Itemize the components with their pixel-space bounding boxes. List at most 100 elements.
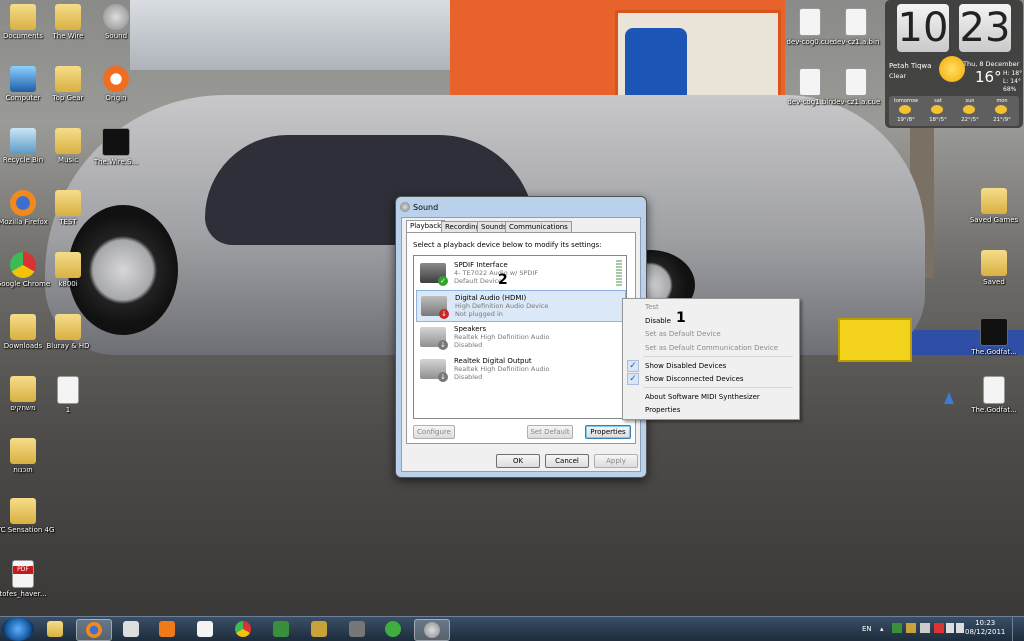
folder-icon [10, 438, 36, 464]
gadget-low: L: 14° [1003, 78, 1021, 85]
taskbar-app-speaker[interactable] [340, 619, 374, 639]
desktop-icon-htc-sensation[interactable]: HTC Sensation 4G [0, 498, 55, 534]
device-status: Default Device [454, 277, 503, 285]
unplugged-icon: ↓ [439, 309, 449, 319]
desktop-icon-k800i[interactable]: k800i [36, 252, 100, 288]
taskbar-app-utorrent[interactable] [376, 619, 410, 639]
folder-icon [981, 188, 1007, 214]
menu-item-show-disabled[interactable]: Show Disabled Devices [645, 362, 726, 370]
sun-icon [939, 56, 965, 82]
device-detail: 4- TE7022 Audio w/ SPDIF [454, 269, 539, 277]
menu-item-test[interactable]: Test [645, 303, 659, 311]
device-context-menu[interactable]: Test Disable Set as Default Device Set a… [622, 298, 800, 420]
device-item-hdmi[interactable]: ↓ Digital Audio (HDMI) High Definition A… [416, 290, 626, 322]
menu-item-disable[interactable]: Disable [645, 317, 671, 325]
utorrent-icon [385, 621, 401, 637]
taskbar-clock[interactable]: 10:23 08/12/2011 [965, 619, 1005, 637]
sound-dialog[interactable]: Sound Playback Recording Sounds Communic… [395, 196, 647, 478]
tray-app-icon[interactable] [892, 623, 902, 633]
menu-item-set-default[interactable]: Set as Default Device [645, 330, 721, 338]
configure-button[interactable]: Configure [413, 425, 455, 439]
taskbar-app-sound[interactable] [414, 619, 450, 641]
device-status: Disabled [454, 373, 483, 381]
device-item-speakers[interactable]: ↓ Speakers Realtek High Definition Audio… [416, 322, 624, 352]
gadget-high: H: 18° [1003, 70, 1023, 77]
menu-item-show-disconnected[interactable]: Show Disconnected Devices [645, 375, 744, 383]
properties-button[interactable]: Properties [585, 425, 631, 439]
desktop-icon-dev-cz1a-cue[interactable]: dev-cz1.a.cue [824, 68, 888, 106]
taskbar-app-calendar[interactable] [188, 619, 222, 639]
speaker-icon [400, 202, 410, 212]
file-icon [799, 8, 821, 36]
desktop-icon-godfather-file[interactable]: The.Godfat... [962, 376, 1024, 414]
folder-icon [10, 498, 36, 524]
desktop-icon-tofes-haver[interactable]: tofes_haver... [0, 560, 55, 598]
instruction-text: Select a playback device below to modify… [413, 241, 602, 249]
tray-app-icon[interactable] [906, 623, 916, 633]
show-desktop-button[interactable] [1012, 617, 1024, 641]
default-check-icon: ✓ [438, 276, 448, 286]
forecast-range: 21°/9° [993, 117, 1011, 123]
gadget-date: Thu, 8 December [963, 60, 1020, 68]
forecast-strip: tomorrow sat sun mon 19°/8° 18°/5° 22°/5… [889, 96, 1019, 126]
device-item-spdif[interactable]: ✓ SPDIF Interface 4- TE7022 Audio w/ SPD… [416, 258, 624, 288]
tray-app-icon[interactable] [920, 623, 930, 633]
start-button[interactable] [2, 617, 34, 641]
weather-clock-gadget[interactable]: 10 23 Thu, 8 December Petah Tiqwa Clear … [885, 0, 1023, 128]
firefox-icon [10, 190, 36, 216]
volume-icon[interactable] [956, 623, 964, 633]
tray-app-icon[interactable] [934, 623, 944, 633]
desktop-icon-saved-games[interactable]: Saved Games [962, 188, 1024, 224]
folder-icon [55, 4, 81, 30]
menu-item-properties[interactable]: Properties [645, 406, 680, 414]
taskbar-app-chrome[interactable] [226, 619, 260, 639]
desktop-icon-sound[interactable]: Sound [84, 4, 148, 40]
file-icon [845, 8, 867, 36]
desktop-icon-dev-cz1a-bin[interactable]: dev-cz1.a.bin [824, 8, 888, 46]
origin-icon [103, 66, 129, 92]
folder-icon [47, 621, 63, 637]
desktop-icon-software-hebrew[interactable]: תוכנות [0, 438, 55, 474]
taskbar: EN ▴ 10:23 08/12/2011 [0, 616, 1024, 641]
taskbar-app-mail[interactable] [150, 619, 184, 639]
chrome-icon [235, 621, 251, 637]
car-license-plate [838, 318, 912, 362]
taskbar-app-x[interactable] [264, 619, 298, 639]
folder-icon [55, 66, 81, 92]
volume-meter [616, 260, 622, 286]
device-detail: Realtek High Definition Audio [454, 365, 550, 373]
gadget-temperature: 16° [975, 68, 1002, 86]
network-icon[interactable] [946, 623, 954, 633]
file-icon [57, 376, 79, 404]
cancel-button[interactable]: Cancel [545, 454, 589, 468]
mail-icon [159, 621, 175, 637]
device-detail: Realtek High Definition Audio [454, 333, 550, 341]
device-status: Disabled [454, 341, 483, 349]
taskbar-app-media[interactable] [114, 619, 148, 639]
set-default-button[interactable]: Set Default [527, 425, 573, 439]
show-hidden-icons-icon[interactable]: ▴ [880, 621, 886, 637]
desktop-icon-origin[interactable]: Origin [84, 66, 148, 102]
desktop-icon-test[interactable]: TEST [36, 190, 100, 226]
device-name: Speakers [454, 325, 487, 333]
wallpaper-wall [130, 0, 450, 70]
file-icon [799, 68, 821, 96]
language-indicator[interactable]: EN [862, 621, 872, 637]
pen-icon [311, 621, 327, 637]
menu-item-about-midi[interactable]: About Software MIDI Synthesizer [645, 393, 760, 401]
sound-app-icon [424, 622, 440, 638]
desktop-icon-the-wire-s[interactable]: The.Wire.S... [84, 128, 148, 166]
desktop-icon-1[interactable]: 1 [36, 376, 100, 414]
taskbar-app-firefox[interactable] [76, 619, 112, 641]
device-item-realtek-digital[interactable]: ↓ Realtek Digital Output Realtek High De… [416, 354, 624, 384]
taskbar-app-pen[interactable] [302, 619, 336, 639]
desktop-icon-bluray-hd[interactable]: Bluray & HD [36, 314, 100, 350]
device-list[interactable]: ✓ SPDIF Interface 4- TE7022 Audio w/ SPD… [413, 255, 627, 419]
ok-button[interactable]: OK [496, 454, 540, 468]
menu-item-set-default-comm[interactable]: Set as Default Communication Device [645, 344, 778, 352]
taskbar-app-explorer[interactable] [38, 619, 72, 639]
desktop-icon-godfather-video[interactable]: The.Godfat... [962, 318, 1024, 356]
desktop-icon-saved[interactable]: Saved [962, 250, 1024, 286]
apply-button[interactable]: Apply [594, 454, 638, 468]
file-icon [983, 376, 1005, 404]
